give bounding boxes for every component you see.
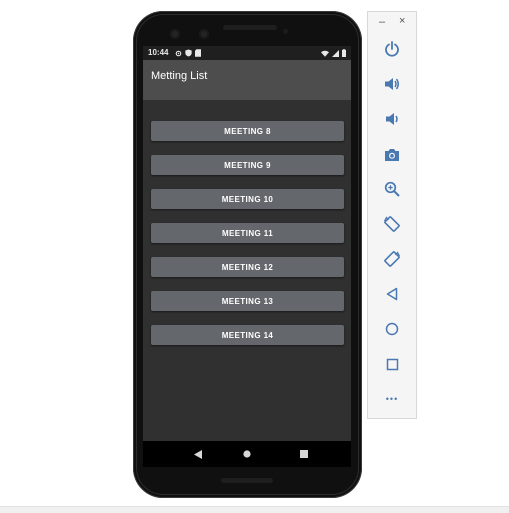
meeting-13-button[interactable]: MEETING 13: [151, 291, 344, 311]
system-nav-bar: [143, 441, 351, 467]
more-button[interactable]: •••: [377, 386, 407, 412]
rotate-left-icon: [383, 216, 400, 232]
nav-back-button[interactable]: [183, 441, 213, 467]
camera-icon: [385, 148, 399, 161]
front-camera-icon: [170, 29, 180, 39]
meeting-14-button[interactable]: MEETING 14: [151, 325, 344, 345]
bottom-speaker: [221, 478, 273, 483]
phone-frame: 10:44 Metting List MEETING 8 MEETING 9 M…: [133, 11, 362, 498]
home-icon: [243, 450, 251, 458]
zoom-icon: [384, 181, 400, 197]
minimize-button[interactable]: –: [379, 16, 385, 28]
meeting-9-button[interactable]: MEETING 9: [151, 155, 344, 175]
signal-icon: [332, 49, 339, 57]
recents-icon: [300, 450, 308, 458]
rotate-left-button[interactable]: [377, 211, 407, 237]
power-button[interactable]: [377, 36, 407, 62]
toolbar-window-controls: – ×: [368, 12, 416, 34]
nav-home-button[interactable]: [232, 441, 262, 467]
meeting-list: MEETING 8 MEETING 9 MEETING 10 MEETING 1…: [151, 121, 344, 359]
rotate-right-icon: [384, 251, 401, 267]
zoom-button[interactable]: [377, 176, 407, 202]
home-button[interactable]: [377, 316, 407, 342]
meeting-12-button[interactable]: MEETING 12: [151, 257, 344, 277]
overview-icon: [386, 358, 398, 370]
status-bar: 10:44: [143, 46, 351, 60]
settings-icon: [175, 50, 182, 56]
volume-down-button[interactable]: [377, 106, 407, 132]
app-title: Metting List: [151, 70, 208, 82]
wifi-icon: [321, 50, 329, 57]
status-icons-right: [321, 46, 346, 60]
volume-up-button[interactable]: [377, 71, 407, 97]
status-time: 10:44: [148, 48, 169, 57]
back-icon: [194, 449, 202, 459]
screenshot-button[interactable]: [377, 141, 407, 167]
app-bar: Metting List: [143, 60, 351, 100]
meeting-11-button[interactable]: MEETING 11: [151, 223, 344, 243]
overview-button[interactable]: [377, 351, 407, 377]
meeting-8-button[interactable]: MEETING 8: [151, 121, 344, 141]
shield-icon: [185, 49, 192, 57]
rotate-right-button[interactable]: [377, 246, 407, 272]
power-icon: [385, 41, 399, 57]
battery-icon: [342, 49, 346, 57]
sd-card-icon: [195, 49, 201, 57]
emulator-toolbar: – × •••: [367, 11, 417, 419]
volume-up-icon: [385, 78, 399, 90]
earpiece-speaker: [223, 25, 277, 30]
status-icons-left: [175, 46, 201, 60]
meeting-10-button[interactable]: MEETING 10: [151, 189, 344, 209]
front-camera-secondary-icon: [199, 29, 209, 39]
proximity-sensor: [283, 29, 288, 34]
nav-recents-button[interactable]: [289, 441, 319, 467]
volume-down-icon: [386, 113, 398, 125]
back-button[interactable]: [377, 281, 407, 307]
home-icon: [385, 322, 399, 336]
back-icon: [386, 287, 398, 301]
close-button[interactable]: ×: [399, 15, 405, 27]
device-screen: 10:44 Metting List MEETING 8 MEETING 9 M…: [143, 46, 351, 465]
